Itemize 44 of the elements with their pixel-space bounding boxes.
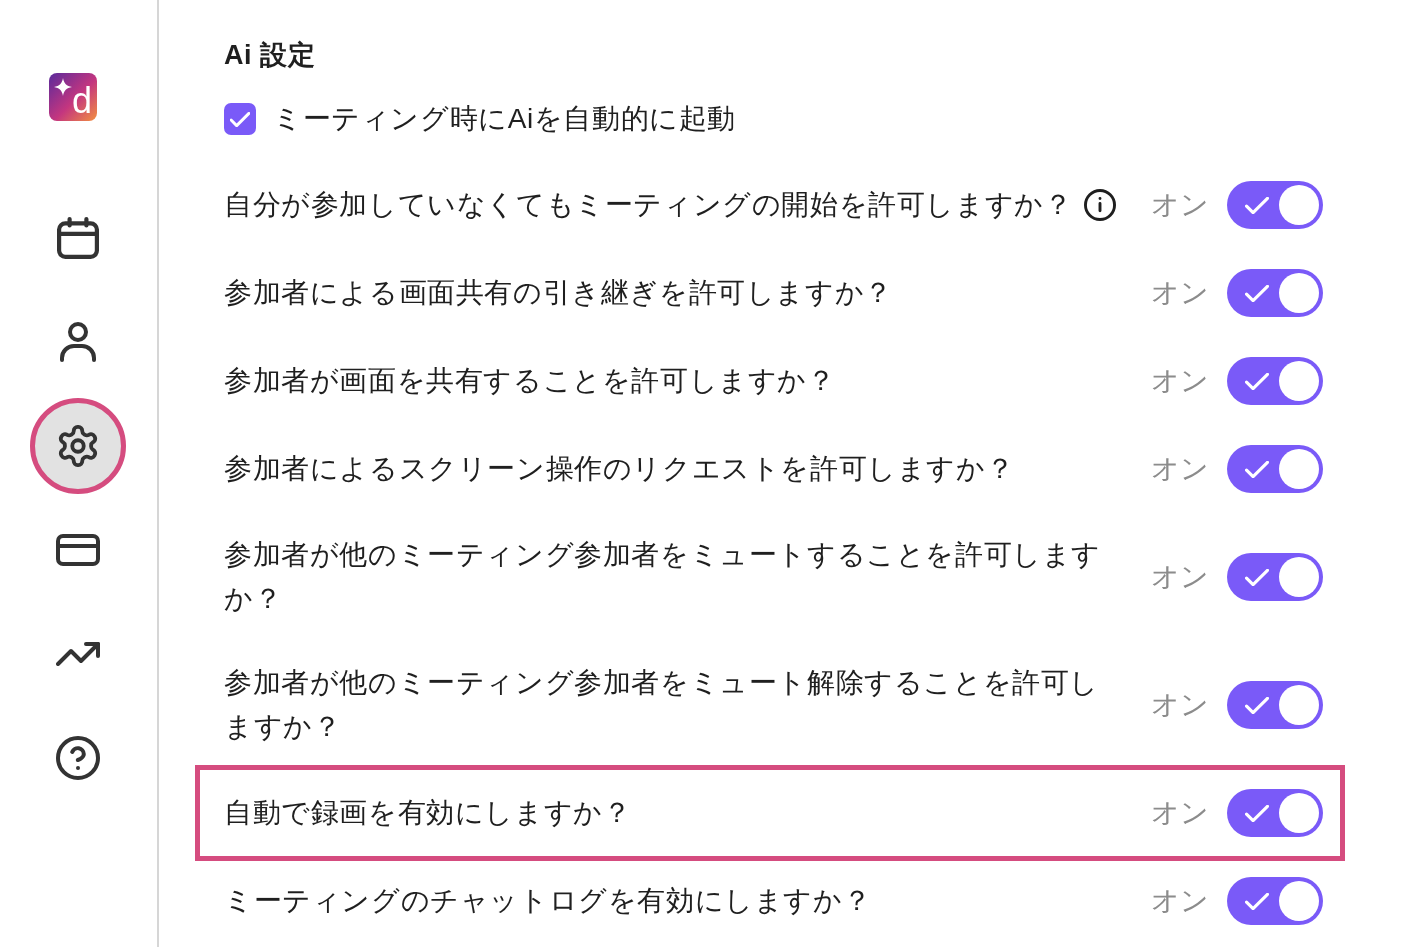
status-label: オン (1150, 276, 1210, 310)
status-label: オン (1150, 688, 1210, 722)
check-icon (1245, 460, 1269, 478)
credit-card-icon (56, 534, 100, 566)
check-icon (1245, 804, 1269, 822)
logo-letter: d (71, 84, 92, 118)
status-label: オン (1150, 452, 1210, 486)
checkbox-label: ミーティング時にAiを自動的に起動 (273, 102, 737, 136)
check-icon (1245, 696, 1269, 714)
setting-label: 参加者による画面共有の引き継ぎを許可しますか？ (224, 276, 893, 310)
status-label: オン (1150, 560, 1210, 594)
section-title: Ai 設定 (224, 39, 315, 72)
setting-label: 自分が参加していなくてもミーティングの開始を許可しますか？ (224, 188, 1073, 222)
toggle-switch[interactable] (1227, 553, 1323, 601)
check-icon (1245, 892, 1269, 910)
setting-label: 自動で録画を有効にしますか？ (224, 796, 632, 830)
settings-icon (57, 425, 99, 467)
toggle-switch[interactable] (1227, 357, 1323, 405)
setting-label: ミーティングのチャットログを有効にしますか？ (224, 884, 872, 918)
status-label: オン (1150, 188, 1210, 222)
status-label: オン (1150, 796, 1210, 830)
trending-up-icon (56, 642, 100, 666)
toggle-switch[interactable] (1227, 269, 1323, 317)
setting-label: 参加者が他のミーティング参加者をミュート解除することを許可しますか？ (224, 666, 1100, 744)
setting-label: 参加者が他のミーティング参加者をミュートすることを許可しますか？ (224, 538, 1102, 616)
toggle-switch[interactable] (1227, 445, 1323, 493)
check-icon (230, 111, 250, 127)
toggle-switch[interactable] (1227, 181, 1323, 229)
setting-label: 参加者によるスクリーン操作のリクエストを許可しますか？ (224, 452, 1015, 486)
setting-label: 参加者が画面を共有することを許可しますか？ (224, 364, 836, 398)
toggle-switch[interactable] (1227, 877, 1323, 925)
check-icon (1245, 196, 1269, 214)
sparkle-icon (54, 78, 72, 96)
toggle-switch[interactable] (1227, 681, 1323, 729)
calendar-icon (57, 217, 99, 259)
status-label: オン (1150, 364, 1210, 398)
check-icon (1245, 568, 1269, 586)
person-icon (60, 322, 96, 362)
check-icon (1245, 284, 1269, 302)
checkbox[interactable] (224, 103, 256, 135)
check-icon (1245, 372, 1269, 390)
toggle-switch[interactable] (1227, 789, 1323, 837)
status-label: オン (1150, 884, 1210, 918)
help-icon (56, 736, 100, 780)
